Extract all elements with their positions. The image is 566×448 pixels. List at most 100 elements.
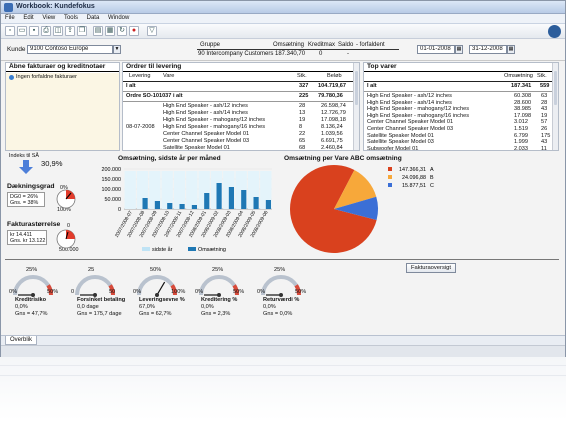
- open-invoices-empty: Ingen forfaldne fakturaer: [16, 74, 77, 80]
- band-mark: [186, 171, 198, 209]
- gauge-average: Gns = 47,7%: [15, 311, 48, 317]
- filter-icon[interactable]: ▽: [147, 26, 157, 36]
- orders-order-divider: [123, 101, 359, 102]
- table-row[interactable]: Subwoofer Model 01 2.033 11: [364, 146, 558, 150]
- legend-label-a: A: [430, 167, 434, 173]
- grid-icon[interactable]: ▦: [105, 26, 115, 36]
- preview-icon[interactable]: ◫: [53, 26, 63, 36]
- copy-icon[interactable]: ❐: [77, 26, 87, 36]
- gauge-average: Gns = 62,7%: [139, 311, 172, 317]
- invoice-size-gauge: [56, 229, 76, 249]
- table-row[interactable]: High End Speaker - ash/14 inches 13 12.726…: [123, 110, 359, 117]
- gauge-max-label: 100%: [171, 289, 186, 295]
- gauge-arc: [199, 275, 239, 296]
- menu-window[interactable]: Window: [104, 14, 132, 21]
- table-row[interactable]: Satellite Speaker Model 01 68 2.460,84: [123, 145, 359, 150]
- bar-omsaetning: [228, 187, 234, 209]
- table-row[interactable]: High End Speaker - ash/12 inches 28 26.598…: [123, 103, 359, 110]
- gauge-value: 0,0 dage: [77, 304, 99, 310]
- orders-col-vare: Vare: [163, 73, 175, 79]
- menu-edit[interactable]: Edit: [19, 14, 36, 21]
- brand-logo-icon: [548, 25, 561, 38]
- gauge-max-label: 50: [109, 289, 116, 295]
- orders-header-divider: [123, 81, 359, 82]
- gauge-arc: [137, 275, 177, 296]
- gauge-value: 0,0%: [263, 304, 276, 310]
- gauge-max-label: 50%: [295, 289, 307, 295]
- status-bar: [1, 345, 565, 357]
- legend-label-sidste-aar: sidste år: [152, 246, 173, 253]
- gauge-average: Gns = 175,7 dage: [77, 311, 122, 317]
- orders-scroll-thumb[interactable]: [355, 71, 358, 105]
- orders-order-qty: 225: [299, 93, 309, 99]
- summary-omsaetning-value: 187.340,70: [275, 51, 306, 57]
- layout-icon[interactable]: ▤: [93, 26, 103, 36]
- refresh-icon[interactable]: ↻: [117, 26, 127, 36]
- table-row[interactable]: Center Channel Speaker Model 03 65 6.691,7…: [123, 138, 359, 145]
- bar-omsaetning: [142, 198, 148, 209]
- kpi-column: Indeks til SÅ 30,9% Dækningsgrad DG0 = 2…: [5, 153, 79, 257]
- toolbar: ▫ ▭ ▪ ⎙ ◫ ⇪ ❐ ▤ ▦ ↻ ● ▽: [1, 24, 565, 39]
- tab-overblik[interactable]: Overblik: [5, 336, 38, 345]
- y-tick-label: 100.000: [102, 187, 122, 193]
- top-items-total-qty: 559: [540, 83, 550, 89]
- orders-row-item: High End Speaker - mahogany/12 inches: [163, 117, 265, 123]
- orders-row-date: 08-07-2008: [126, 124, 155, 130]
- table-row[interactable]: Center Channel Speaker Model 01 22 1.039,5…: [123, 131, 359, 138]
- save-icon[interactable]: ▪: [29, 26, 39, 36]
- date-to-field[interactable]: 31-12-2008: [469, 45, 507, 54]
- gauge-max-label: 50%: [233, 289, 245, 295]
- table-row[interactable]: 08-07-2008 High End Speaker - mahogany/16…: [123, 124, 359, 131]
- customer-select[interactable]: 9100 Contoso Europe: [27, 45, 113, 54]
- legend-value-b: 24.096,88: [402, 175, 426, 181]
- bar-omsaetning: [191, 205, 197, 209]
- orders-col-stk: Stk.: [297, 73, 307, 79]
- orders-col-beloeb: Beløb: [327, 73, 342, 79]
- summary-divider: [197, 49, 399, 50]
- menu-data[interactable]: Data: [83, 14, 103, 21]
- orders-row-qty: 19: [299, 117, 306, 123]
- top-items-title: Top varer: [364, 63, 558, 72]
- gauge-mid-label: 25%: [26, 267, 38, 273]
- open-icon[interactable]: ▭: [17, 26, 27, 36]
- bar-omsaetning: [265, 200, 271, 209]
- top-items-scroll-thumb[interactable]: [554, 71, 557, 105]
- gauge-min-label: 0: [71, 289, 75, 295]
- gauge-widget: 0 25 50 Forsinket betaling 0,0 dage Gns = 175…: [71, 267, 131, 327]
- new-icon[interactable]: ▫: [5, 26, 15, 36]
- menu-tools[interactable]: Tools: [60, 14, 81, 21]
- filter-bar: Kunde 9100 Contoso Europe ▼ Gruppe Omsæt…: [1, 39, 565, 61]
- orders-total-divider: [123, 91, 359, 92]
- orders-order-row: Ordre SO-101037 i alt 225 79.780,36: [123, 93, 359, 100]
- date-from-field[interactable]: 01-01-2008: [417, 45, 455, 54]
- window-reflection: [0, 357, 566, 448]
- invoice-overview-button[interactable]: Fakturaoversigt: [406, 263, 456, 273]
- menu-view[interactable]: View: [38, 14, 58, 21]
- orders-order-amount: 79.780,36: [318, 93, 343, 99]
- orders-scrollbar[interactable]: [353, 63, 359, 150]
- chevron-down-icon[interactable]: ▼: [113, 45, 121, 54]
- gauge-widget: 0% 25% 50% Kreditering % 0,0% Gns = 2,3%: [195, 267, 255, 327]
- summary-header-omsaetning: Omsætning: [273, 42, 305, 48]
- orders-row-qty: 28: [299, 103, 306, 109]
- gauge-arc: [75, 275, 115, 296]
- calendar-from-icon[interactable]: ▦: [455, 45, 463, 54]
- orders-row-amount: 26.598,74: [321, 103, 346, 109]
- orders-row-qty: 13: [299, 110, 306, 116]
- abc-chart-panel: Omsætning per Vare ABC omsætning 147.366…: [282, 153, 460, 257]
- stop-icon[interactable]: ●: [129, 26, 139, 36]
- menu-file[interactable]: File: [1, 14, 18, 21]
- export-icon[interactable]: ⇪: [65, 26, 75, 36]
- calendar-to-icon[interactable]: ▦: [507, 45, 515, 54]
- orders-row-item: Center Channel Speaker Model 01: [163, 131, 250, 137]
- monthly-chart-title: Omsætning, sidste år per måned: [118, 155, 221, 162]
- summary-header-kreditmax: Kreditmax: [308, 42, 336, 48]
- gauge-min-label: 0%: [133, 289, 142, 295]
- gauge-title: Forsinket betaling: [77, 297, 126, 303]
- print-icon[interactable]: ⎙: [41, 26, 51, 36]
- info-icon: [9, 75, 14, 80]
- gauge-needle: [156, 281, 166, 296]
- top-items-scrollbar[interactable]: [552, 63, 558, 150]
- table-row[interactable]: High End Speaker - mahogany/12 inches 19 1…: [123, 117, 359, 124]
- orders-row-qty: 22: [299, 131, 306, 137]
